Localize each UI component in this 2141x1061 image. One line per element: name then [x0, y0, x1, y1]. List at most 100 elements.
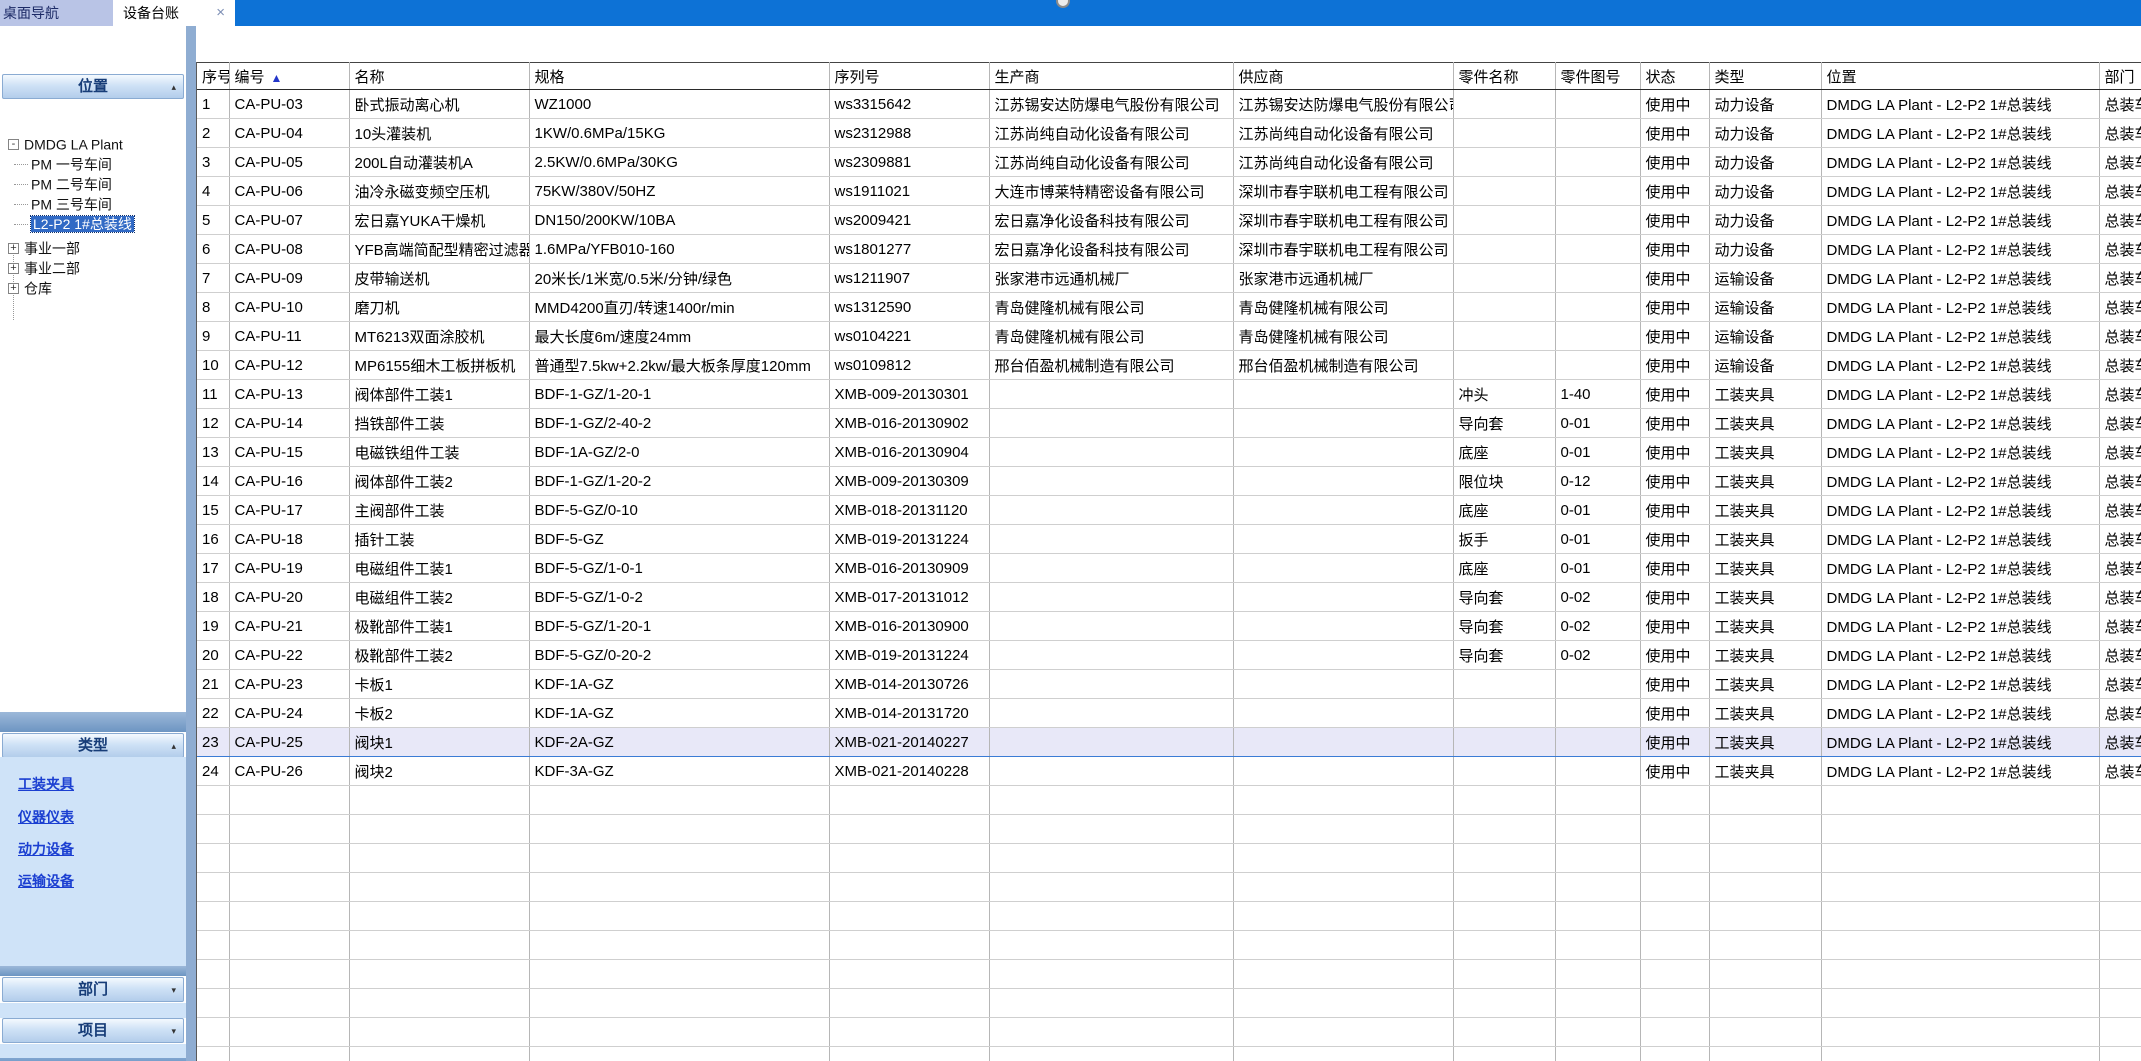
table-cell[interactable]: DMDG LA Plant - L2-P2 1#总装线	[1821, 641, 2099, 670]
table-cell[interactable]	[1453, 206, 1555, 235]
table-cell[interactable]: KDF-3A-GZ	[529, 757, 829, 786]
table-cell[interactable]: DMDG LA Plant - L2-P2 1#总装线	[1821, 322, 2099, 351]
table-cell[interactable]: MP6155细木工板拼板机	[349, 351, 529, 380]
table-cell[interactable]	[1555, 148, 1640, 177]
table-cell[interactable]	[1453, 322, 1555, 351]
table-cell[interactable]: 总装车	[2099, 409, 2141, 438]
table-cell[interactable]: 宏日嘉净化设备科技有限公司	[989, 235, 1233, 264]
table-cell[interactable]: BDF-5-GZ/1-20-1	[529, 612, 829, 641]
table-cell[interactable]	[1453, 90, 1555, 119]
type-link-instruments[interactable]: 仪器仪表	[18, 807, 74, 827]
table-cell[interactable]: 限位块	[1453, 467, 1555, 496]
table-cell[interactable]: 使用中	[1640, 264, 1709, 293]
table-cell[interactable]: CA-PU-05	[229, 148, 349, 177]
table-cell[interactable]: 卡板1	[349, 670, 529, 699]
tree-item-workshop1[interactable]: PM 一号车间	[14, 154, 112, 172]
table-cell[interactable]	[1453, 670, 1555, 699]
table-row[interactable]: 9CA-PU-11MT6213双面涂胶机最大长度6m/速度24mmws01042…	[197, 322, 2141, 351]
empty-row[interactable]	[197, 815, 2141, 844]
table-row[interactable]: 19CA-PU-21极靴部件工装1BDF-5-GZ/1-20-1XMB-016-…	[197, 612, 2141, 641]
table-cell[interactable]: DMDG LA Plant - L2-P2 1#总装线	[1821, 380, 2099, 409]
table-cell[interactable]: 卡板2	[349, 699, 529, 728]
table-cell[interactable]	[1233, 409, 1453, 438]
table-cell[interactable]: DMDG LA Plant - L2-P2 1#总装线	[1821, 670, 2099, 699]
table-cell[interactable]: 底座	[1453, 554, 1555, 583]
table-cell[interactable]: 邢台佰盈机械制造有限公司	[989, 351, 1233, 380]
table-cell[interactable]	[1233, 699, 1453, 728]
collapse-arrow-icon[interactable]: ▾	[171, 1019, 176, 1043]
table-cell[interactable]: CA-PU-11	[229, 322, 349, 351]
table-cell[interactable]: 23	[197, 728, 229, 757]
table-cell[interactable]: BDF-1-GZ/1-20-1	[529, 380, 829, 409]
table-cell[interactable]: XMB-019-20131224	[829, 641, 989, 670]
table-cell[interactable]: 总装车	[2099, 148, 2141, 177]
empty-row[interactable]	[197, 786, 2141, 815]
table-cell[interactable]: DMDG LA Plant - L2-P2 1#总装线	[1821, 525, 2099, 554]
table-cell[interactable]: DMDG LA Plant - L2-P2 1#总装线	[1821, 496, 2099, 525]
table-cell[interactable]: 14	[197, 467, 229, 496]
table-cell[interactable]: 江苏尚纯自动化设备有限公司	[1233, 148, 1453, 177]
table-cell[interactable]: CA-PU-04	[229, 119, 349, 148]
table-row[interactable]: 13CA-PU-15电磁铁组件工装BDF-1A-GZ/2-0XMB-016-20…	[197, 438, 2141, 467]
column-header-3[interactable]: 规格	[529, 63, 829, 90]
table-cell[interactable]: YFB高端简配型精密过滤器	[349, 235, 529, 264]
table-cell[interactable]: 运输设备	[1709, 322, 1821, 351]
table-cell[interactable]: MT6213双面涂胶机	[349, 322, 529, 351]
table-cell[interactable]: 总装车	[2099, 496, 2141, 525]
table-cell[interactable]: DMDG LA Plant - L2-P2 1#总装线	[1821, 264, 2099, 293]
table-cell[interactable]: 200L自动灌装机A	[349, 148, 529, 177]
empty-row[interactable]	[197, 844, 2141, 873]
table-cell[interactable]	[989, 438, 1233, 467]
table-cell[interactable]: 总装车	[2099, 438, 2141, 467]
expand-plus-icon[interactable]: +	[8, 243, 19, 254]
table-cell[interactable]: 邢台佰盈机械制造有限公司	[1233, 351, 1453, 380]
table-cell[interactable]: 底座	[1453, 496, 1555, 525]
table-cell[interactable]: 使用中	[1640, 670, 1709, 699]
table-cell[interactable]: 0-01	[1555, 554, 1640, 583]
collapse-arrow-icon[interactable]: ▾	[171, 978, 176, 1002]
type-link-fixtures[interactable]: 工装夹具	[18, 774, 74, 794]
tree-root-label[interactable]: DMDG LA Plant	[24, 136, 123, 152]
table-cell[interactable]: 工装夹具	[1709, 467, 1821, 496]
table-cell[interactable]: 22	[197, 699, 229, 728]
table-cell[interactable]: 使用中	[1640, 177, 1709, 206]
table-cell[interactable]: 卧式振动离心机	[349, 90, 529, 119]
table-cell[interactable]: 江苏锡安达防爆电气股份有限公司	[989, 90, 1233, 119]
table-cell[interactable]: CA-PU-06	[229, 177, 349, 206]
table-cell[interactable]: 工装夹具	[1709, 496, 1821, 525]
table-row[interactable]: 5CA-PU-07宏日嘉YUKA干燥机DN150/200KW/10BAws200…	[197, 206, 2141, 235]
table-cell[interactable]: 18	[197, 583, 229, 612]
table-cell[interactable]: DMDG LA Plant - L2-P2 1#总装线	[1821, 554, 2099, 583]
table-cell[interactable]: 使用中	[1640, 409, 1709, 438]
table-cell[interactable]	[1233, 496, 1453, 525]
table-cell[interactable]: 使用中	[1640, 438, 1709, 467]
table-cell[interactable]	[1233, 757, 1453, 786]
table-cell[interactable]: 1	[197, 90, 229, 119]
table-cell[interactable]: 总装车	[2099, 351, 2141, 380]
table-cell[interactable]: BDF-1A-GZ/2-0	[529, 438, 829, 467]
empty-row[interactable]	[197, 873, 2141, 902]
table-cell[interactable]: XMB-016-20130900	[829, 612, 989, 641]
table-cell[interactable]	[989, 612, 1233, 641]
table-cell[interactable]: 21	[197, 670, 229, 699]
collapse-arrow-icon[interactable]: ▴	[171, 734, 176, 758]
table-cell[interactable]	[989, 554, 1233, 583]
table-row[interactable]: 11CA-PU-13阀体部件工装1BDF-1-GZ/1-20-1XMB-009-…	[197, 380, 2141, 409]
table-cell[interactable]: CA-PU-08	[229, 235, 349, 264]
table-cell[interactable]: 导向套	[1453, 641, 1555, 670]
table-cell[interactable]: 工装夹具	[1709, 728, 1821, 757]
table-cell[interactable]: 最大长度6m/速度24mm	[529, 322, 829, 351]
table-cell[interactable]	[1555, 119, 1640, 148]
table-cell[interactable]: CA-PU-03	[229, 90, 349, 119]
table-cell[interactable]	[1233, 728, 1453, 757]
table-cell[interactable]: 20米长/1米宽/0.5米/分钟/绿色	[529, 264, 829, 293]
table-cell[interactable]: 总装车	[2099, 699, 2141, 728]
tab-close-icon[interactable]: ×	[216, 0, 225, 26]
tree-item-workshop3[interactable]: PM 三号车间	[14, 194, 112, 212]
column-header-7[interactable]: 零件名称	[1453, 63, 1555, 90]
table-cell[interactable]: DMDG LA Plant - L2-P2 1#总装线	[1821, 177, 2099, 206]
table-cell[interactable]: 7	[197, 264, 229, 293]
table-cell[interactable]: 2.5KW/0.6MPa/30KG	[529, 148, 829, 177]
table-cell[interactable]: 5	[197, 206, 229, 235]
table-cell[interactable]	[1453, 293, 1555, 322]
